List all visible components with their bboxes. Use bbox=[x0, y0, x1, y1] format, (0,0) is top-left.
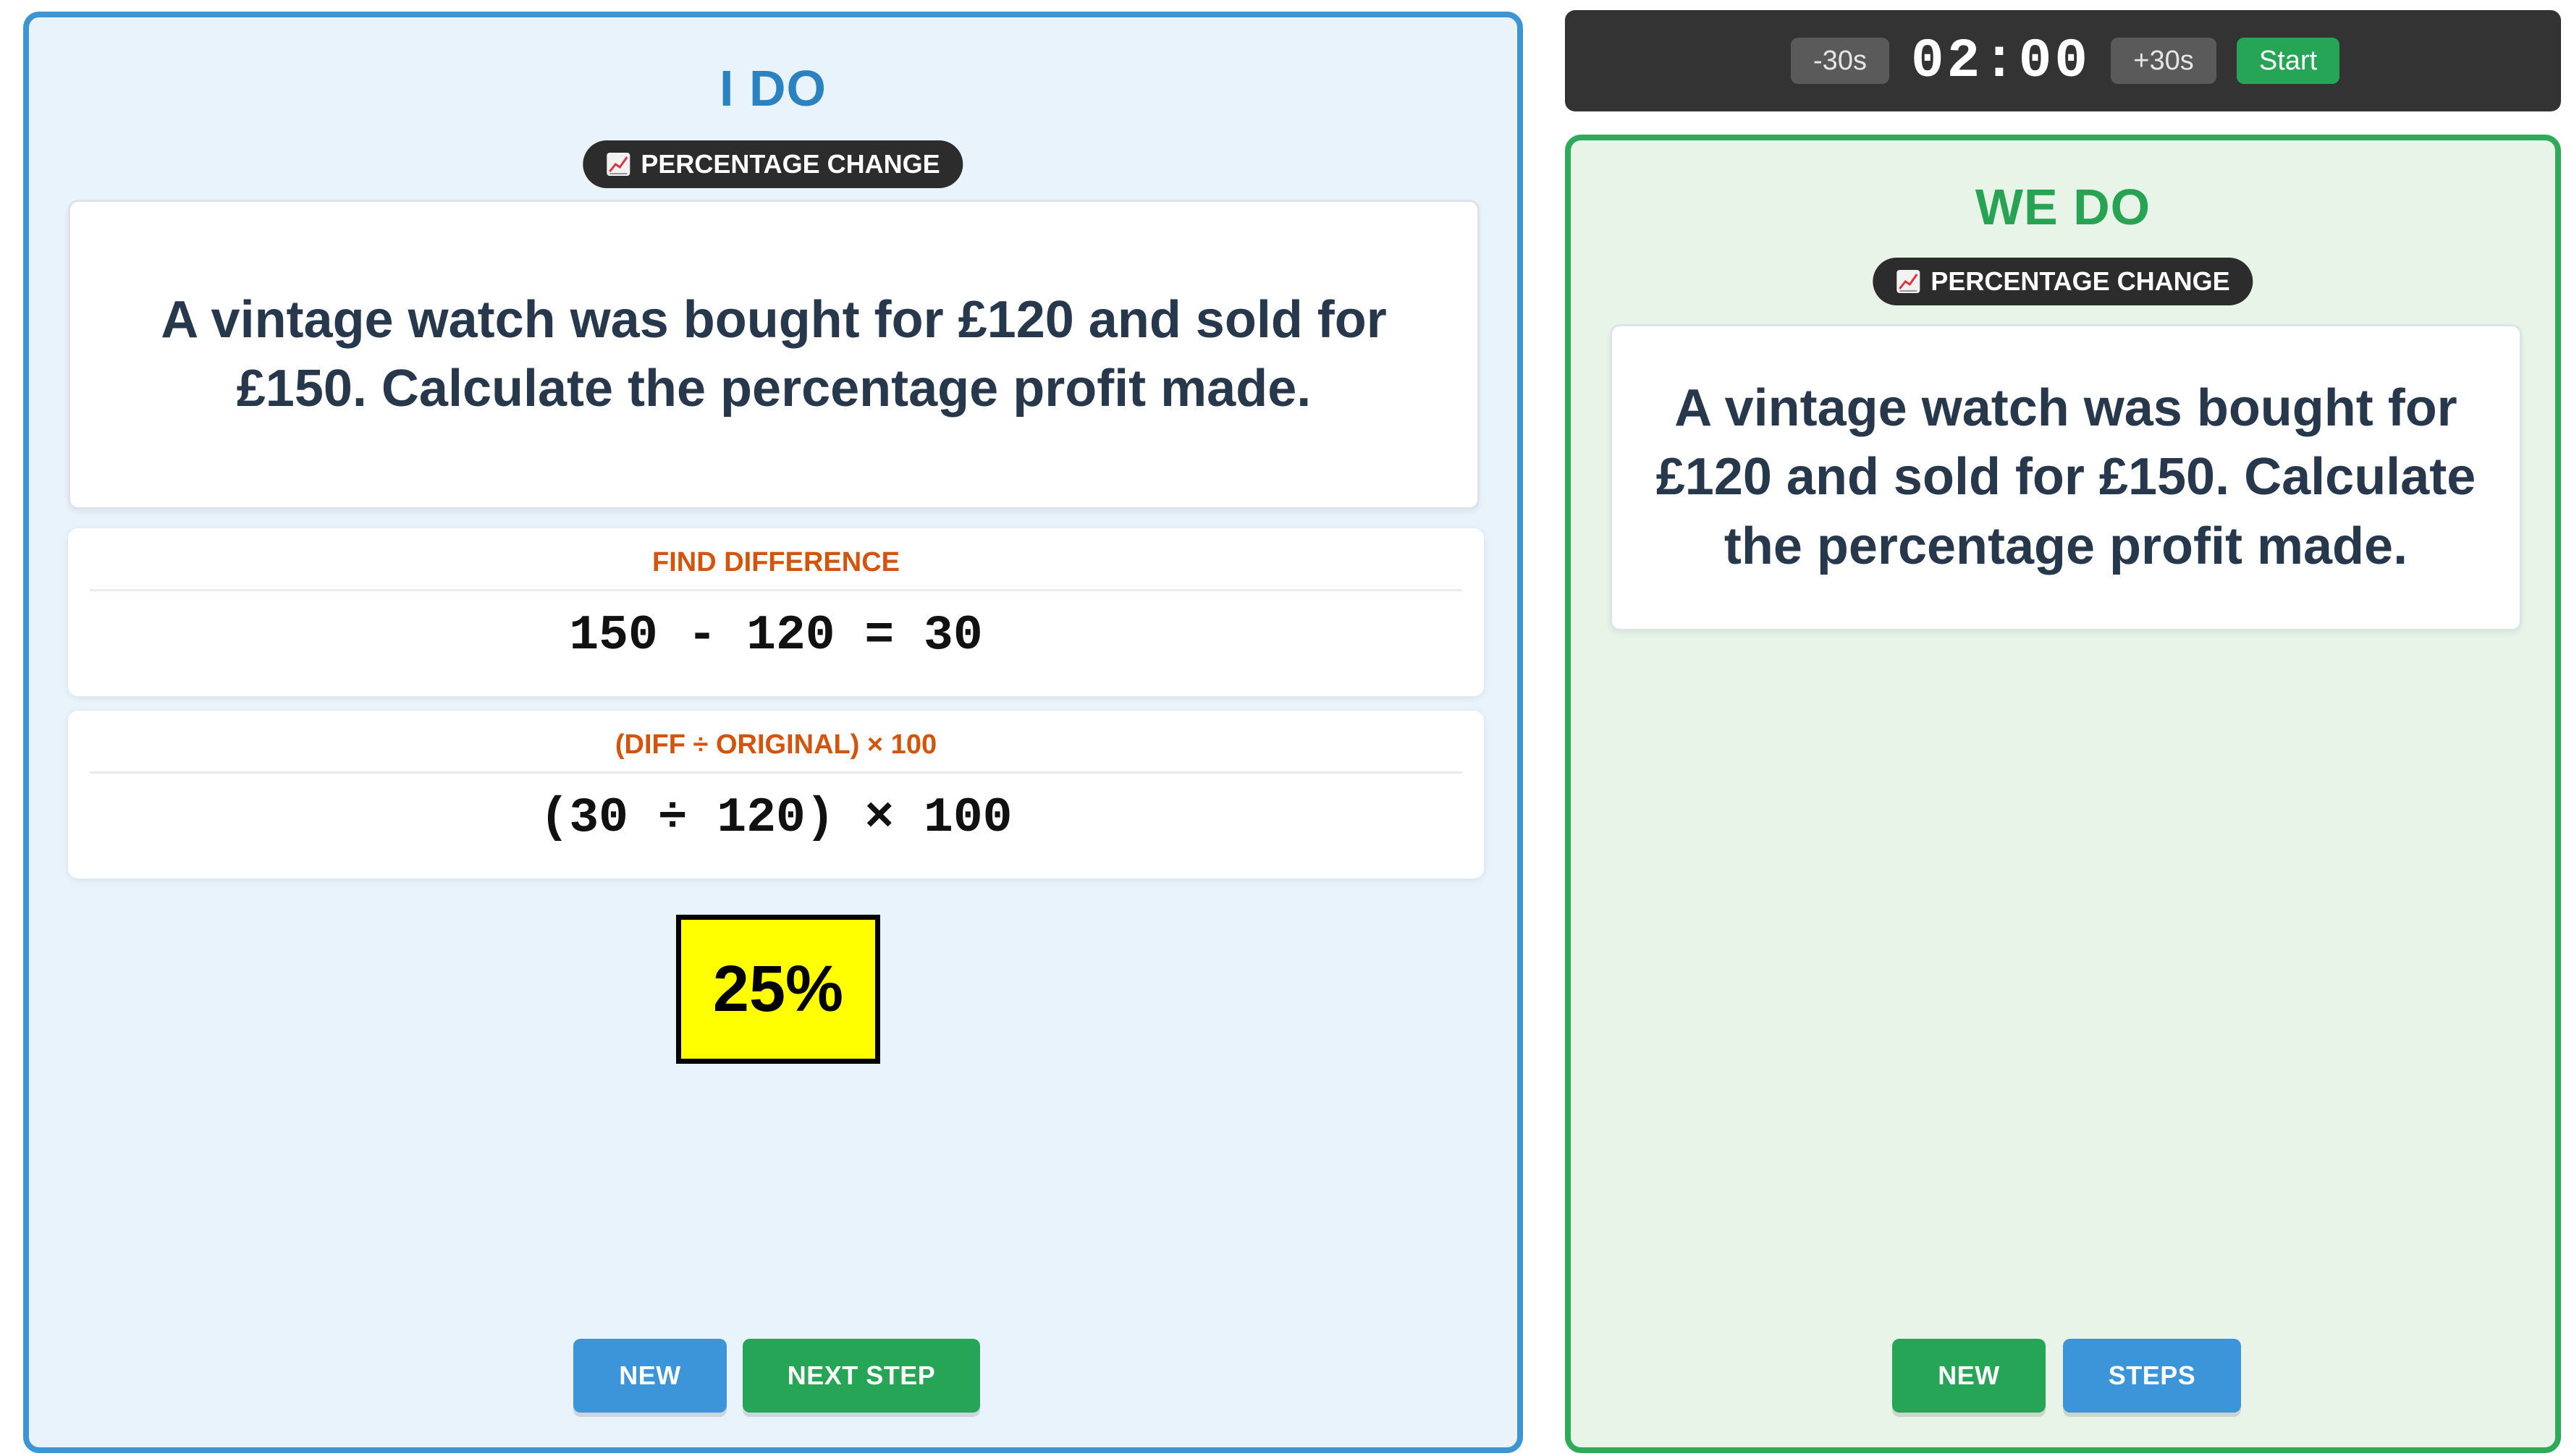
we-do-topic-badge: PERCENTAGE CHANGE bbox=[1873, 258, 2253, 305]
i-do-answer-box: 25% bbox=[676, 915, 880, 1064]
i-do-answer-text: 25% bbox=[712, 952, 844, 1025]
we-do-title: WE DO bbox=[1975, 179, 2151, 235]
i-do-next-step-button[interactable]: NEXT STEP bbox=[743, 1339, 980, 1413]
i-do-topic-label: PERCENTAGE CHANGE bbox=[641, 149, 940, 179]
i-do-step-2: (DIFF ÷ ORIGINAL) × 100 (30 ÷ 120) × 100 bbox=[68, 711, 1484, 879]
i-do-step-1: FIND DIFFERENCE 150 - 120 = 30 bbox=[68, 528, 1484, 696]
step-2-expression: (30 ÷ 120) × 100 bbox=[539, 790, 1013, 846]
we-do-topic-label: PERCENTAGE CHANGE bbox=[1930, 266, 2230, 296]
timer-bar: -30s 02:00 +30s Start bbox=[1565, 10, 2561, 111]
we-do-new-button[interactable]: NEW bbox=[1892, 1339, 2046, 1413]
i-do-new-button[interactable]: NEW bbox=[573, 1339, 727, 1413]
timer-plus-30s-button[interactable]: +30s bbox=[2111, 38, 2216, 84]
i-do-panel: I DO PERCENTAGE CHANGE A vintage watch w… bbox=[23, 12, 1523, 1453]
timer-start-button[interactable]: Start bbox=[2237, 38, 2339, 84]
step-1-label: FIND DIFFERENCE bbox=[90, 547, 1462, 591]
timer-minus-30s-button[interactable]: -30s bbox=[1791, 38, 1889, 84]
chart-increasing-icon bbox=[1896, 269, 1920, 294]
we-do-panel: WE DO PERCENTAGE CHANGE A vintage watch … bbox=[1565, 135, 2561, 1453]
i-do-title: I DO bbox=[720, 60, 827, 117]
i-do-question-text: A vintage watch was bought for £120 and … bbox=[161, 290, 1387, 418]
i-do-topic-badge: PERCENTAGE CHANGE bbox=[583, 140, 963, 188]
chart-increasing-icon bbox=[606, 152, 630, 177]
i-do-question-card: A vintage watch was bought for £120 and … bbox=[68, 200, 1480, 509]
we-do-question-text: A vintage watch was bought for £120 and … bbox=[1655, 379, 2476, 575]
we-do-question-card: A vintage watch was bought for £120 and … bbox=[1610, 324, 2522, 631]
step-1-expression: 150 - 120 = 30 bbox=[569, 608, 983, 664]
step-2-label: (DIFF ÷ ORIGINAL) × 100 bbox=[90, 729, 1462, 774]
timer-display: 02:00 bbox=[1910, 30, 2091, 93]
we-do-steps-button[interactable]: STEPS bbox=[2063, 1339, 2241, 1413]
